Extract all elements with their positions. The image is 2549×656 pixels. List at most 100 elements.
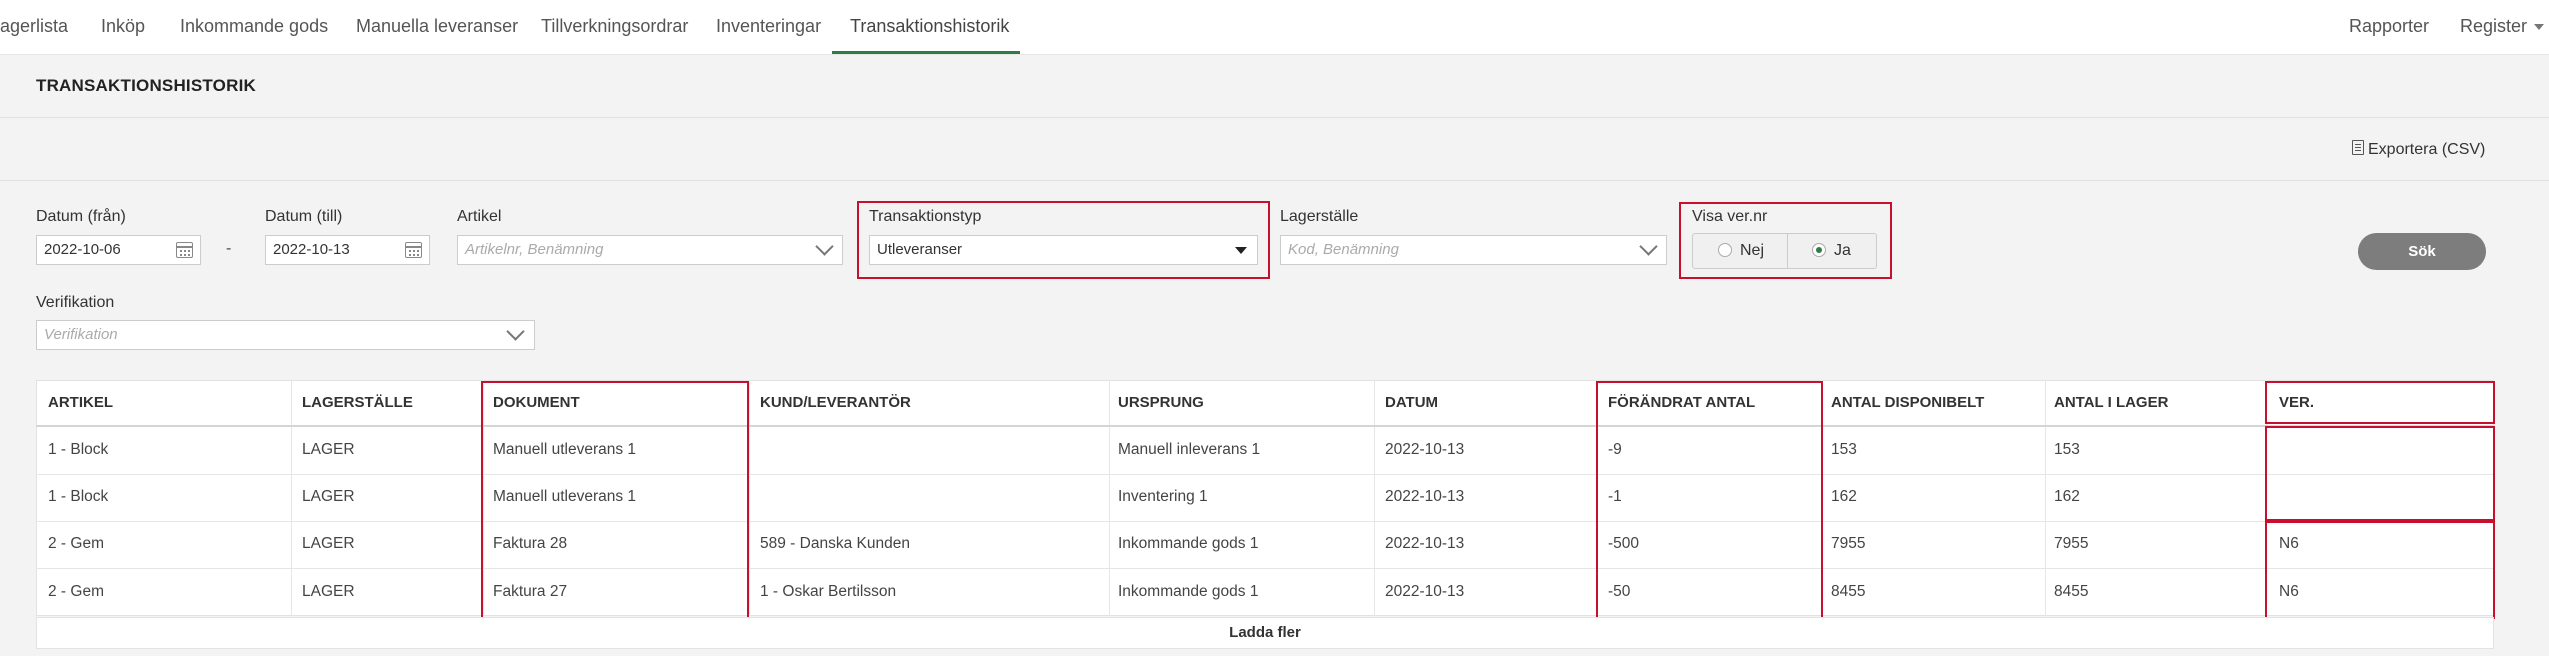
- date-to-label: Datum (till): [265, 208, 343, 225]
- table-cell: 589 - Danska Kunden: [760, 535, 910, 552]
- table-cell: LAGER: [302, 488, 355, 505]
- export-label: Exportera (CSV): [2368, 141, 2486, 158]
- table-cell: 8455: [2054, 583, 2089, 600]
- divider: [0, 117, 2549, 118]
- radio-option-nej[interactable]: Nej: [1718, 234, 1764, 268]
- radio-checked-icon: [1812, 243, 1826, 257]
- nav-item-manuella-leveranser[interactable]: Manuella leveranser: [356, 0, 518, 54]
- calendar-icon[interactable]: [176, 242, 193, 258]
- date-from-value: 2022-10-06: [44, 241, 121, 258]
- article-placeholder: Artikelnr, Benämning: [465, 241, 604, 258]
- table-cell[interactable]: Manuell utleverans 1: [493, 487, 636, 507]
- nav-item-rapporter[interactable]: Rapporter: [2349, 0, 2429, 54]
- table-cell[interactable]: Faktura 28: [493, 534, 567, 554]
- chevron-down-icon: [2534, 24, 2545, 31]
- column-divider: [2045, 380, 2046, 616]
- date-from-label: Datum (från): [36, 208, 126, 225]
- table-cell[interactable]: Manuell utleverans 1: [493, 440, 636, 460]
- radio-option-ja[interactable]: Ja: [1812, 234, 1851, 268]
- search-button[interactable]: Sök: [2358, 233, 2486, 270]
- register-label: Register: [2460, 16, 2528, 36]
- table-cell: LAGER: [302, 535, 355, 552]
- table-cell: 162: [1831, 488, 1857, 505]
- document-icon: [2352, 140, 2364, 155]
- table-cell[interactable]: Inkommande gods 1: [1118, 582, 1258, 602]
- row-divider: [36, 521, 2494, 522]
- table-cell[interactable]: Manuell inleverans 1: [1118, 440, 1260, 460]
- nav-item-inkop[interactable]: Inköp: [101, 0, 145, 54]
- table-cell: 8455: [1831, 583, 1866, 600]
- table-cell: 153: [1831, 441, 1857, 458]
- column-header-artikel[interactable]: ARTIKEL: [48, 380, 113, 425]
- nav-item-inventeringar[interactable]: Inventeringar: [716, 0, 821, 54]
- table-cell: 2022-10-13: [1385, 441, 1465, 458]
- calendar-icon[interactable]: [405, 242, 422, 258]
- column-divider: [483, 380, 484, 616]
- caret-down-icon[interactable]: [1235, 247, 1247, 254]
- table-cell: 162: [2054, 488, 2080, 505]
- column-header-datum[interactable]: DATUM: [1385, 380, 1438, 425]
- table-cell: N6: [2279, 583, 2299, 600]
- column-header-antal-i-lager[interactable]: ANTAL I LAGER: [2054, 380, 2168, 425]
- column-header-lagerstalle[interactable]: LAGERSTÄLLE: [302, 380, 413, 425]
- row-divider: [36, 474, 2494, 475]
- location-select[interactable]: Kod, Benämning: [1280, 235, 1667, 265]
- show-ver-radio-group: Nej Ja: [1692, 233, 1877, 269]
- column-header-ursprung[interactable]: URSPRUNG: [1118, 380, 1204, 425]
- table-cell: -9: [1608, 441, 1622, 458]
- export-csv-button[interactable]: Exportera (CSV): [2352, 140, 2485, 159]
- active-tab-indicator: [832, 51, 1020, 54]
- table-cell: 2022-10-13: [1385, 583, 1465, 600]
- page-title: TRANSAKTIONSHISTORIK: [36, 76, 256, 95]
- location-label: Lagerställe: [1280, 208, 1359, 225]
- show-ver-label: Visa ver.nr: [1692, 208, 1768, 225]
- nav-item-register[interactable]: Register: [2460, 0, 2545, 54]
- column-divider: [2266, 380, 2267, 616]
- transaction-type-label: Transaktionstyp: [869, 208, 982, 225]
- article-label: Artikel: [457, 208, 502, 225]
- table-cell: 1 - Oskar Bertilsson: [760, 583, 897, 600]
- load-more-button[interactable]: Ladda fler: [36, 617, 2494, 649]
- column-divider: [749, 380, 750, 616]
- column-divider: [1374, 380, 1375, 616]
- column-divider: [1109, 380, 1110, 616]
- divider: [0, 180, 2549, 181]
- table-cell: 153: [2054, 441, 2080, 458]
- divider: [1787, 234, 1788, 268]
- column-divider: [1821, 380, 1822, 616]
- table-cell: N6: [2279, 535, 2299, 552]
- nav-item-tillverkningsordrar[interactable]: Tillverkningsordrar: [541, 0, 688, 54]
- nav-item-transaktionshistorik[interactable]: Transaktionshistorik: [850, 0, 1009, 54]
- table-cell[interactable]: Faktura 27: [493, 582, 567, 602]
- verification-label: Verifikation: [36, 294, 115, 311]
- table-cell: -50: [1608, 583, 1631, 600]
- table-cell: LAGER: [302, 583, 355, 600]
- radio-label-nej: Nej: [1740, 242, 1765, 259]
- table-cell: 1 - Block: [48, 441, 109, 458]
- table-cell: 2022-10-13: [1385, 535, 1465, 552]
- location-placeholder: Kod, Benämning: [1288, 241, 1399, 258]
- column-header-ver[interactable]: VER.: [2279, 380, 2314, 425]
- nav-item-inkommande-gods[interactable]: Inkommande gods: [180, 0, 328, 54]
- table-cell[interactable]: Inventering 1: [1118, 487, 1208, 507]
- column-divider: [291, 380, 292, 616]
- verification-select[interactable]: Verifikation: [36, 320, 535, 350]
- top-navigation: agerlista Inköp Inkommande gods Manuella…: [0, 0, 2549, 55]
- table-cell: -1: [1608, 488, 1622, 505]
- table-cell[interactable]: Inkommande gods 1: [1118, 534, 1258, 554]
- table-cell: 7955: [1831, 535, 1866, 552]
- column-header-kund-leverantor[interactable]: KUND/LEVERANTÖR: [760, 380, 911, 425]
- column-header-dokument[interactable]: DOKUMENT: [493, 380, 580, 425]
- nav-item-lagerlista[interactable]: agerlista: [0, 0, 68, 54]
- table-cell: 2022-10-13: [1385, 488, 1465, 505]
- radio-label-ja: Ja: [1834, 242, 1851, 259]
- article-select[interactable]: Artikelnr, Benämning: [457, 235, 843, 265]
- column-header-forandrat-antal[interactable]: FÖRÄNDRAT ANTAL: [1608, 380, 1755, 425]
- table-cell: -500: [1608, 535, 1640, 552]
- transaction-type-select[interactable]: Utleveranser: [869, 235, 1258, 265]
- verification-placeholder: Verifikation: [44, 326, 118, 343]
- table-cell: LAGER: [302, 441, 355, 458]
- date-range-separator: -: [226, 240, 232, 257]
- table-cell: 2 - Gem: [48, 535, 104, 552]
- column-header-antal-disponibelt[interactable]: ANTAL DISPONIBELT: [1831, 380, 1984, 425]
